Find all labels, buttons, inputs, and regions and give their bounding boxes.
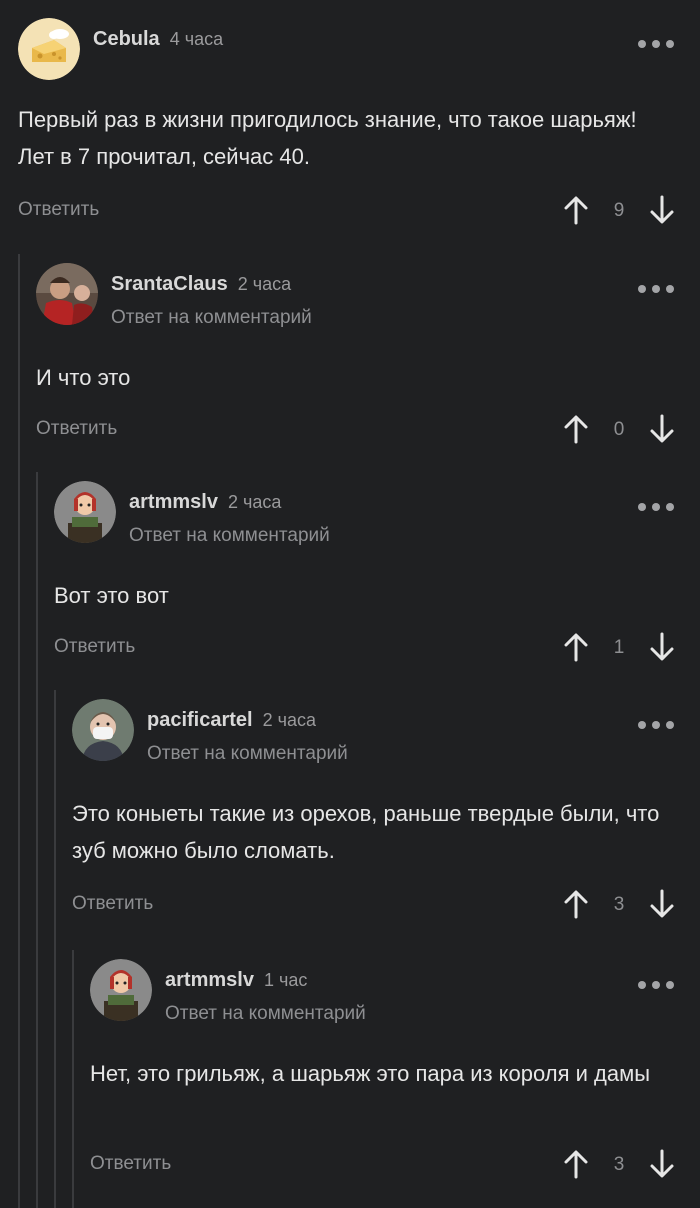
thread-line [54,690,56,1208]
more-options-icon[interactable] [638,40,674,48]
avatar[interactable] [72,699,134,761]
reply-button[interactable]: Ответить [36,418,117,440]
comment: pacificartel 2 часа Ответ на комментарий … [72,699,700,925]
comment-actions: Ответить 9 [18,191,700,231]
reply-button[interactable]: Ответить [90,1153,171,1175]
username-text[interactable]: pacificartel [147,709,253,731]
thread-line [18,254,20,1208]
comment-time: 2 часа [227,492,282,512]
avatar[interactable] [18,18,80,80]
arrow-down-icon[interactable] [649,632,675,662]
comment-text: Вот это вот [54,583,169,608]
comment-time: 4 часа [169,29,224,49]
comment-text: Это коныеты такие из орехов, раньше твер… [72,801,660,863]
vote-controls: 3 [563,1145,675,1185]
reply-button[interactable]: Ответить [18,199,99,221]
username[interactable]: pacificartel 2 часа [147,709,316,732]
comment-text: И что это [36,365,131,390]
username[interactable]: artmmslv 2 часа [129,491,281,514]
avatar[interactable] [36,263,98,325]
reply-to-label[interactable]: Ответ на комментарий [165,1003,366,1025]
comment-time: 2 часа [262,710,317,730]
arrow-down-icon[interactable] [649,414,675,444]
vote-controls: 9 [563,191,675,231]
comment: SrantaClaus 2 часа Ответ на комментарий И… [36,263,700,450]
masked-person-avatar-icon [72,699,134,761]
thread-line [72,950,74,1208]
comment-time: 2 часа [237,274,292,294]
reply-button[interactable]: Ответить [54,636,135,658]
arrow-down-icon[interactable] [649,889,675,919]
comment-header: Cebula 4 часа [18,18,700,82]
comment-header: artmmslv 1 час Ответ на комментарий [90,959,700,1025]
comment-actions: Ответить 0 [36,410,700,450]
cartoon-redhead-avatar-icon [90,959,152,1021]
arrow-down-icon[interactable] [649,1149,675,1179]
comment-header: pacificartel 2 часа Ответ на комментарий [72,699,700,765]
vote-controls: 0 [563,410,675,450]
avatar[interactable] [90,959,152,1021]
arrow-down-icon[interactable] [649,195,675,225]
comment-header: artmmslv 2 часа Ответ на комментарий [54,481,700,547]
comment-header: SrantaClaus 2 часа Ответ на комментарий [36,263,700,329]
more-options-icon[interactable] [638,721,674,729]
comment: Cebula 4 часа Первый раз в жизни пригодил… [18,18,700,231]
username[interactable]: Cebula 4 часа [93,28,223,51]
reply-to-label[interactable]: Ответ на комментарий [147,743,348,765]
more-options-icon[interactable] [638,503,674,511]
comment: artmmslv 1 час Ответ на комментарий Нет, … [90,959,700,1185]
username-text[interactable]: artmmslv [129,491,218,513]
comment-actions: Ответить 1 [54,628,700,668]
comment-text: Первый раз в жизни пригодилось знание, ч… [18,107,637,169]
username-text[interactable]: artmmslv [165,969,254,991]
comment-actions: Ответить 3 [90,1145,700,1185]
cartoon-redhead-avatar-icon [54,481,116,543]
username-text[interactable]: Cebula [93,28,160,50]
comment: artmmslv 2 часа Ответ на комментарий Вот … [54,481,700,668]
cheese-avatar-icon [18,18,80,80]
more-options-icon[interactable] [638,981,674,989]
reply-button[interactable]: Ответить [72,893,153,915]
comment-time: 1 час [263,970,308,990]
santa-photo-avatar-icon [36,263,98,325]
comment-actions: Ответить 3 [72,885,700,925]
username[interactable]: SrantaClaus 2 часа [111,273,291,296]
comment-text: Нет, это грильяж, а шарьяж это пара из к… [90,1061,651,1086]
vote-controls: 3 [563,885,675,925]
username-text[interactable]: SrantaClaus [111,273,228,295]
avatar[interactable] [54,481,116,543]
username[interactable]: artmmslv 1 час [165,969,307,992]
reply-to-label[interactable]: Ответ на комментарий [129,525,330,547]
vote-controls: 1 [563,628,675,668]
more-options-icon[interactable] [638,285,674,293]
reply-to-label[interactable]: Ответ на комментарий [111,307,312,329]
thread-line [36,472,38,1208]
